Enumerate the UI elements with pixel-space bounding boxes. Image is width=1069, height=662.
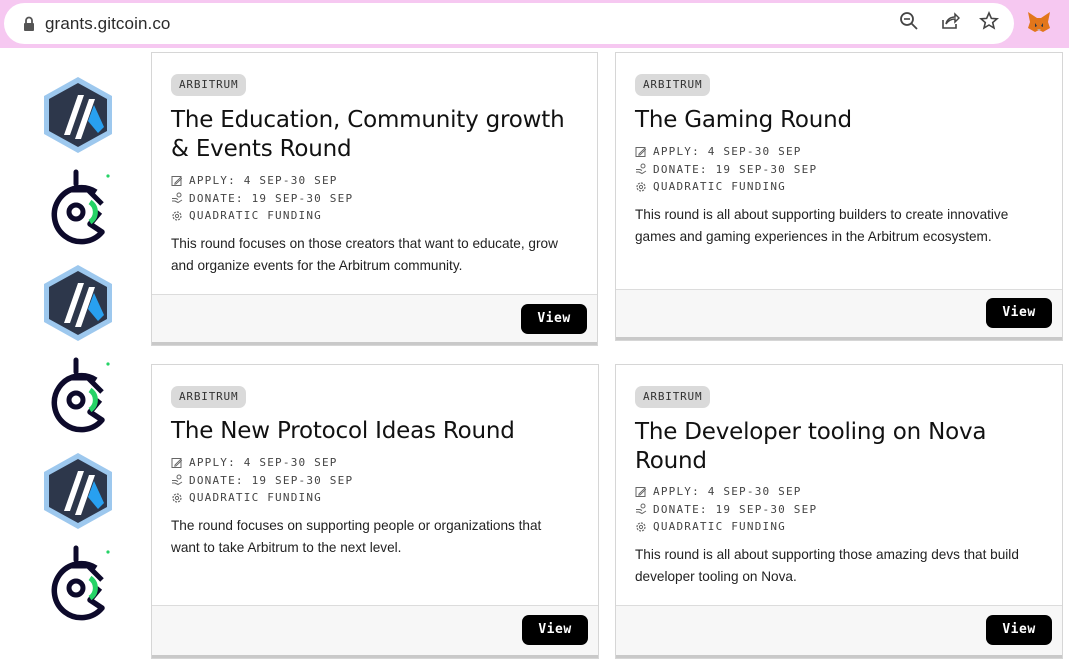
- round-card[interactable]: ARBITRUM The Education, Community growth…: [151, 52, 598, 346]
- chain-tag: ARBITRUM: [171, 74, 247, 96]
- metamask-fox-icon[interactable]: [1026, 9, 1052, 35]
- view-button[interactable]: View: [522, 615, 588, 645]
- funding-type: QUADRATIC FUNDING: [189, 209, 322, 222]
- round-description: This round focuses on those creators tha…: [171, 233, 583, 276]
- description-line: This round is all about supporting those…: [635, 547, 1019, 562]
- funding-type: QUADRATIC FUNDING: [653, 520, 786, 533]
- round-title: The Education, Community growth & Events…: [171, 106, 567, 164]
- funding-type: QUADRATIC FUNDING: [189, 491, 322, 504]
- settings-icon: [635, 181, 647, 193]
- description-line: developer tooling on Nova.: [635, 568, 797, 584]
- view-button[interactable]: View: [521, 304, 587, 334]
- apply-dates: APPLY: 4 SEP-30 SEP: [189, 174, 338, 187]
- donate-dates: DONATE: 19 SEP-30 SEP: [189, 473, 354, 487]
- settings-icon: [171, 492, 183, 504]
- round-meta: APPLY: 4 SEP-30 SEP DONATE: 19 SEP-30 SE…: [171, 172, 353, 225]
- lock-icon[interactable]: [22, 16, 36, 32]
- gitcoin-logo-icon: [42, 544, 114, 624]
- donate-hand-icon: [171, 474, 183, 486]
- round-card[interactable]: ARBITRUM The New Protocol Ideas Round AP…: [151, 364, 599, 659]
- card-footer: View: [152, 605, 598, 658]
- round-meta: APPLY: 4 SEP-30 SEP DONATE: 19 SEP-30 SE…: [635, 143, 817, 196]
- arbitrum-logo-icon: [42, 75, 114, 155]
- settings-icon: [171, 210, 183, 222]
- donate-dates: DONATE: 19 SEP-30 SEP: [653, 502, 818, 516]
- zoom-out-icon[interactable]: [899, 11, 919, 31]
- pencil-icon: [171, 175, 183, 187]
- gitcoin-logo-icon: [42, 356, 114, 436]
- description-line: games and gaming experiences in the Arbi…: [635, 228, 992, 244]
- pencil-icon: [171, 457, 183, 469]
- round-description: This round is all about supporting build…: [635, 204, 1048, 247]
- gitcoin-logo-icon: [42, 168, 114, 248]
- round-meta: APPLY: 4 SEP-30 SEP DONATE: 19 SEP-30 SE…: [635, 483, 817, 536]
- round-title-line: The Developer tooling on Nova: [635, 419, 987, 445]
- donate-hand-icon: [635, 163, 647, 175]
- round-description: This round is all about supporting those…: [635, 544, 1048, 587]
- apply-dates: APPLY: 4 SEP-30 SEP: [189, 456, 338, 469]
- view-button[interactable]: View: [986, 615, 1052, 645]
- round-title-line: & Events Round: [171, 136, 352, 162]
- round-title-line: The New Protocol Ideas Round: [171, 418, 515, 444]
- chain-tag: ARBITRUM: [635, 74, 711, 96]
- description-line: This round focuses on those creators tha…: [171, 236, 558, 251]
- settings-icon: [635, 521, 647, 533]
- browser-toolbar: grants.gitcoin.co: [0, 0, 1069, 48]
- description-line: This round is all about supporting build…: [635, 207, 1009, 222]
- pencil-icon: [635, 146, 647, 158]
- chain-tag: ARBITRUM: [635, 386, 711, 408]
- round-title: The Gaming Round: [635, 106, 1032, 135]
- url-text[interactable]: grants.gitcoin.co: [45, 14, 171, 34]
- round-card[interactable]: ARBITRUM The Gaming Round APPLY: 4 SEP-3…: [615, 52, 1063, 341]
- donate-dates: DONATE: 19 SEP-30 SEP: [189, 191, 354, 205]
- round-card[interactable]: ARBITRUM The Developer tooling on Nova R…: [615, 364, 1063, 659]
- description-line: want to take Arbitrum to the next level.: [171, 539, 402, 555]
- round-title: The New Protocol Ideas Round: [171, 417, 568, 446]
- donate-dates: DONATE: 19 SEP-30 SEP: [653, 162, 818, 176]
- card-footer: View: [616, 289, 1062, 340]
- round-title-line: The Education, Community growth: [171, 107, 565, 133]
- donate-hand-icon: [171, 192, 183, 204]
- chain-tag: ARBITRUM: [171, 386, 247, 408]
- funding-type: QUADRATIC FUNDING: [653, 180, 786, 193]
- round-title-line: Round: [635, 448, 707, 474]
- round-description: The round focuses on supporting people o…: [171, 515, 584, 558]
- round-title-line: The Gaming Round: [635, 107, 852, 133]
- description-line: The round focuses on supporting people o…: [171, 518, 542, 533]
- apply-dates: APPLY: 4 SEP-30 SEP: [653, 145, 802, 158]
- share-icon[interactable]: [940, 11, 960, 31]
- description-line: and organize events for the Arbitrum com…: [171, 257, 463, 273]
- bookmark-star-icon[interactable]: [979, 11, 999, 31]
- card-footer: View: [616, 605, 1062, 658]
- apply-dates: APPLY: 4 SEP-30 SEP: [653, 485, 802, 498]
- donate-hand-icon: [635, 503, 647, 515]
- round-meta: APPLY: 4 SEP-30 SEP DONATE: 19 SEP-30 SE…: [171, 454, 353, 507]
- card-footer: View: [152, 294, 597, 345]
- view-button[interactable]: View: [986, 298, 1052, 328]
- arbitrum-logo-icon: [42, 263, 114, 343]
- arbitrum-logo-icon: [42, 451, 114, 531]
- round-title: The Developer tooling on Nova Round: [635, 418, 1032, 476]
- address-bar[interactable]: grants.gitcoin.co: [4, 3, 1014, 44]
- pencil-icon: [635, 486, 647, 498]
